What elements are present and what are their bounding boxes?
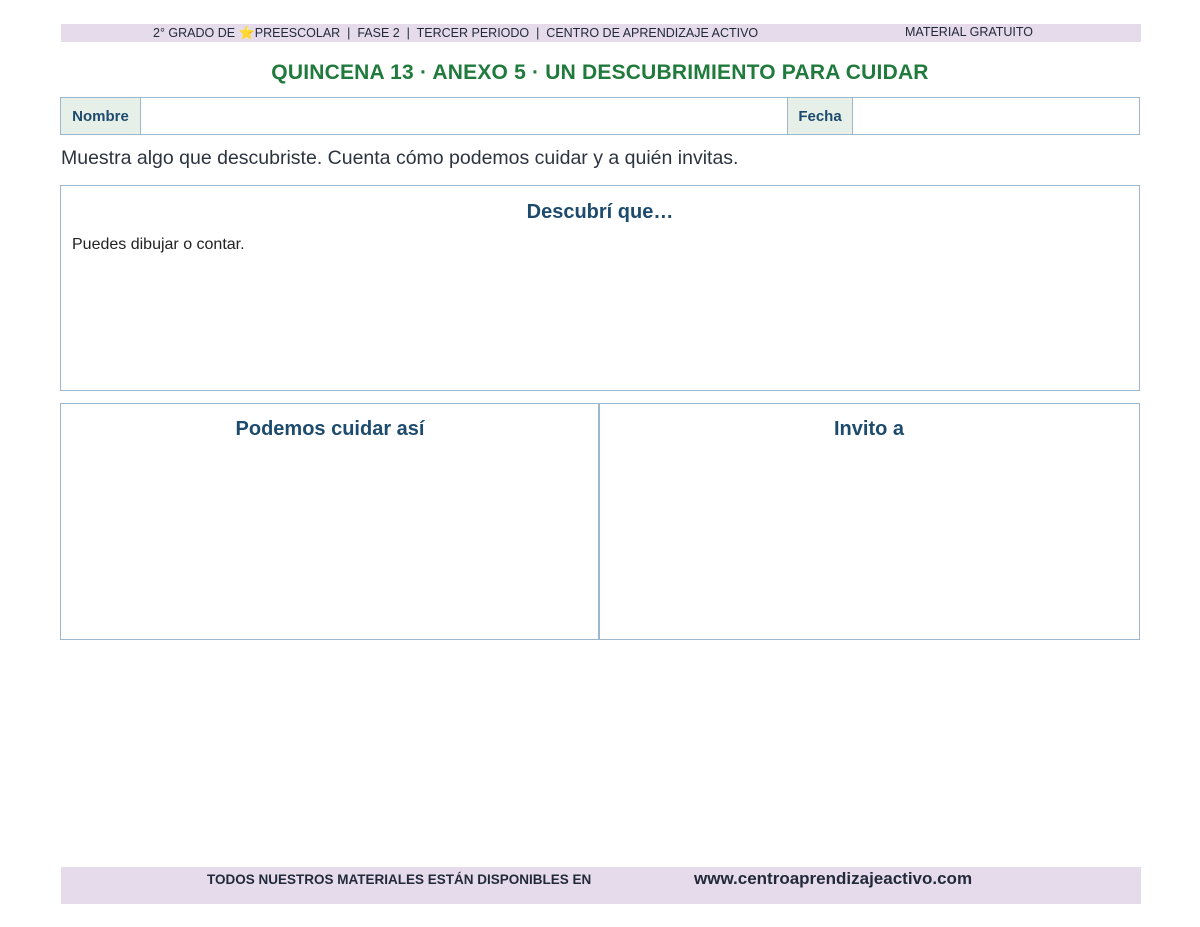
- discovery-hint: Puedes dibujar o contar.: [72, 236, 245, 253]
- discovery-title: Descubrí que…: [526, 201, 674, 223]
- name-date-row: Nombre Fecha: [60, 97, 1140, 135]
- footer-url-link[interactable]: www.centroaprendizajeactivo.com: [694, 869, 972, 889]
- name-field[interactable]: [141, 98, 788, 134]
- date-field[interactable]: [853, 98, 1139, 134]
- name-label: Nombre: [61, 98, 141, 134]
- header-grade-text: 2° GRADO DE: [153, 26, 239, 40]
- invite-box[interactable]: Invito a: [598, 403, 1140, 640]
- page-title: QUINCENA 13 · ANEXO 5 · UN DESCUBRIMIENT…: [271, 61, 929, 84]
- header-bar: 2° GRADO DE ⭐PREESCOLAR | FASE 2 | TERCE…: [61, 24, 1141, 42]
- date-label: Fecha: [788, 98, 853, 134]
- care-title: Podemos cuidar así: [235, 418, 425, 440]
- star-icon: ⭐: [238, 25, 255, 40]
- header-free-material: MATERIAL GRATUITO: [905, 25, 1034, 39]
- footer-bar: TODOS NUESTROS MATERIALES ESTÁN DISPONIB…: [61, 867, 1141, 904]
- invite-title: Invito a: [833, 418, 904, 440]
- footer-text: TODOS NUESTROS MATERIALES ESTÁN DISPONIB…: [207, 872, 592, 887]
- instruction-text: Muestra algo que descubriste. Cuenta cóm…: [61, 147, 739, 169]
- discovery-box[interactable]: Descubrí que… Puedes dibujar o contar.: [60, 185, 1140, 391]
- care-box[interactable]: Podemos cuidar así: [60, 403, 600, 640]
- header-info-text: PREESCOLAR | FASE 2 | TERCER PERIODO | C…: [254, 26, 759, 40]
- header-left: 2° GRADO DE ⭐PREESCOLAR | FASE 2 | TERCE…: [153, 25, 758, 41]
